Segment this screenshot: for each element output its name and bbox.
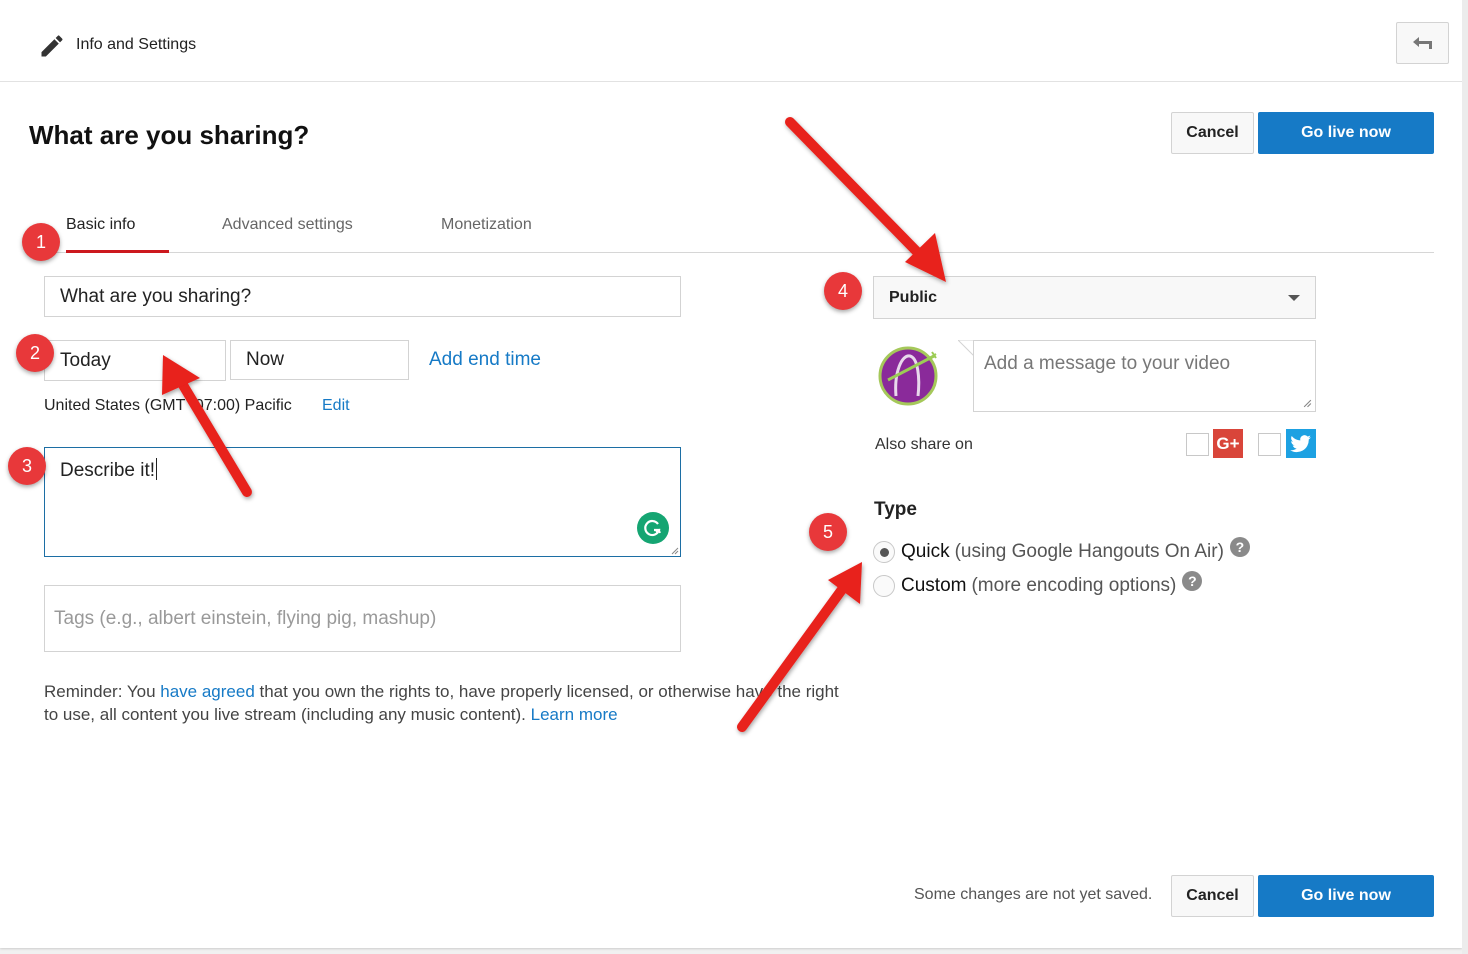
back-arrow-icon <box>1412 37 1432 49</box>
custom-detail: (more encoding options) <box>971 575 1177 596</box>
timezone-label: United States (GMT -07:00) Pacific <box>44 397 292 414</box>
pencil-icon <box>41 35 63 57</box>
timezone-edit-link[interactable]: Edit <box>322 397 350 415</box>
back-button[interactable] <box>1396 22 1449 64</box>
add-end-time-link[interactable]: Add end time <box>429 349 541 371</box>
text-cursor <box>156 458 158 480</box>
message-resize-handle-icon[interactable] <box>1303 399 1312 408</box>
topbar-title: Info and Settings <box>76 36 197 53</box>
type-option-quick[interactable]: Quick (using Google Hangouts On Air) ? <box>873 537 1250 563</box>
chevron-down-icon <box>1288 295 1300 301</box>
date-input[interactable]: Today <box>44 340 226 381</box>
unsaved-status: Some changes are not yet saved. <box>914 886 1153 903</box>
help-icon[interactable]: ? <box>1182 571 1203 591</box>
also-share-label: Also share on <box>875 436 973 453</box>
time-input[interactable]: Now <box>230 340 409 380</box>
privacy-dropdown[interactable]: Public <box>873 276 1316 319</box>
quick-detail: (using Google Hangouts On Air) <box>954 541 1224 562</box>
type-option-custom[interactable]: Custom (more encoding options) ? <box>873 571 1203 597</box>
grammarly-g-glyph <box>644 519 661 537</box>
description-textarea[interactable]: Describe it! <box>44 447 681 557</box>
go-live-button-bottom[interactable]: Go live now <box>1258 875 1434 917</box>
type-label: Type <box>874 499 917 520</box>
go-live-button-top[interactable]: Go live now <box>1258 112 1434 154</box>
cancel-button-top[interactable]: Cancel <box>1171 112 1254 154</box>
message-notch <box>958 340 974 356</box>
have-agreed-link[interactable]: have agreed <box>160 682 255 701</box>
annotation-badge-1: 1 <box>22 223 60 261</box>
description-value: Describe it! <box>60 460 156 481</box>
grammarly-icon[interactable] <box>637 512 669 544</box>
annotation-badge-2: 2 <box>16 334 54 372</box>
tags-input[interactable]: Tags (e.g., albert einstein, flying pig,… <box>44 585 681 652</box>
tab-monetization[interactable]: Monetization <box>441 216 532 253</box>
annotation-badge-3: 3 <box>8 447 46 485</box>
cancel-button-bottom[interactable]: Cancel <box>1171 875 1254 917</box>
quick-label: Quick <box>901 541 950 562</box>
title-input[interactable]: What are you sharing? <box>44 276 681 317</box>
custom-label: Custom <box>901 575 967 596</box>
tab-basic-info[interactable]: Basic info <box>66 216 169 253</box>
share-twitter-checkbox[interactable] <box>1258 433 1281 456</box>
googleplus-icon: G+ <box>1213 429 1243 458</box>
resize-handle-icon[interactable] <box>671 547 679 555</box>
description-text: Describe it! <box>60 458 158 482</box>
page-title: What are you sharing? <box>29 120 310 150</box>
tab-bar: Basic info Advanced settings Monetizatio… <box>44 200 1434 253</box>
twitter-icon <box>1286 429 1316 458</box>
rights-reminder: Reminder: You have agreed that you own t… <box>44 680 844 726</box>
annotation-badge-4: 4 <box>824 272 862 310</box>
privacy-value: Public <box>889 288 938 306</box>
tab-advanced-settings[interactable]: Advanced settings <box>222 216 353 253</box>
learn-more-link[interactable]: Learn more <box>531 705 618 724</box>
message-textarea[interactable]: Add a message to your video <box>973 340 1316 412</box>
reminder-prefix: Reminder: You <box>44 682 161 701</box>
annotation-badge-5: 5 <box>809 513 847 551</box>
radio-custom[interactable] <box>873 575 895 597</box>
share-googleplus-checkbox[interactable] <box>1186 433 1209 456</box>
page: Info and Settings What are you sharing? … <box>0 0 1462 948</box>
channel-avatar <box>878 346 938 406</box>
twitter-bird-glyph <box>1290 434 1311 452</box>
radio-selected-dot <box>879 547 889 557</box>
top-bar: Info and Settings <box>0 0 1462 82</box>
scrollbar[interactable] <box>1462 0 1468 954</box>
radio-quick[interactable] <box>873 541 895 563</box>
help-icon[interactable]: ? <box>1229 537 1250 557</box>
